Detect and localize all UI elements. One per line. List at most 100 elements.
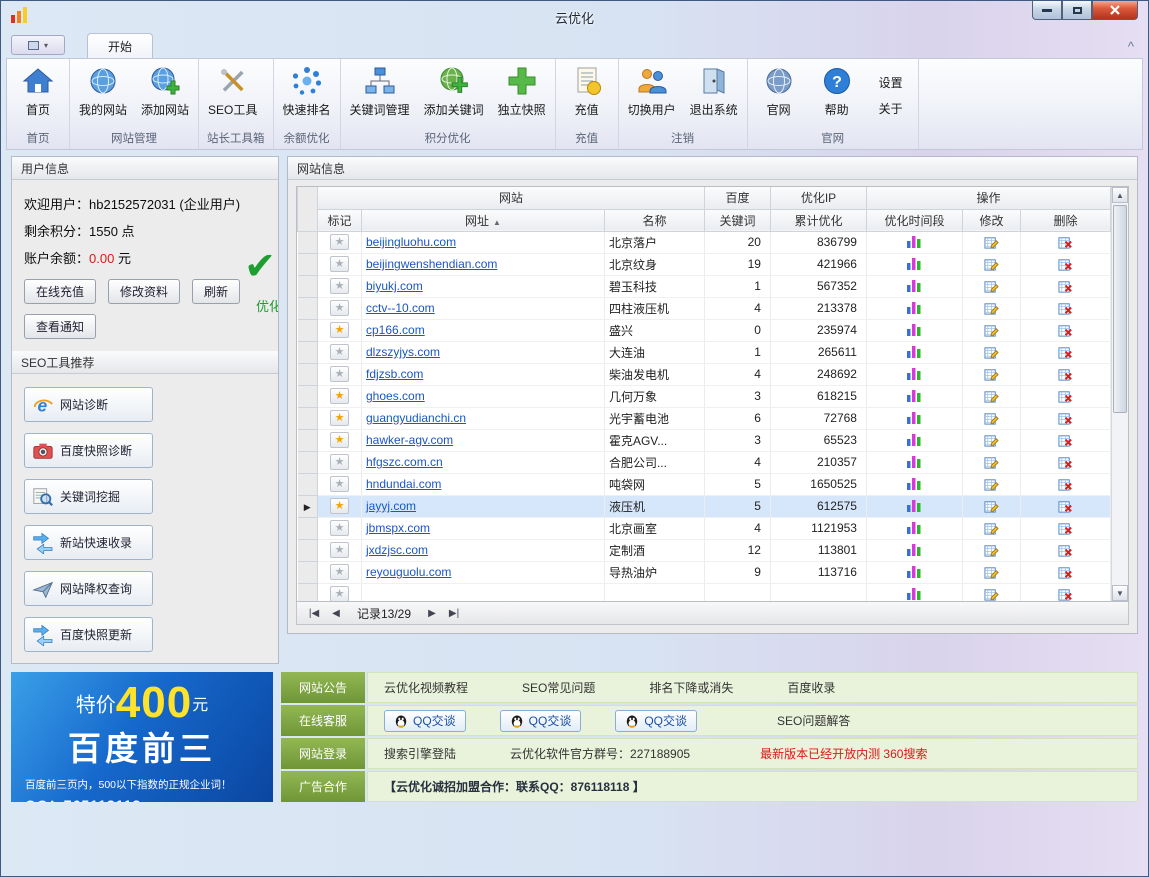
link-ranking-drop[interactable]: 排名下降或消失 bbox=[649, 679, 733, 696]
optimization-period-chart-icon[interactable] bbox=[906, 455, 922, 469]
seo-tool-site-downgrade-check[interactable]: 网站降权查询 bbox=[24, 571, 153, 606]
ribbon-button-snapshot[interactable]: 独立快照 bbox=[492, 61, 552, 130]
scrollbar-thumb[interactable] bbox=[1113, 205, 1127, 413]
minimize-button[interactable] bbox=[1032, 1, 1062, 20]
seo-tool-baidu-snapshot-diagnosis[interactable]: 百度快照诊断 bbox=[24, 433, 153, 468]
site-url-link[interactable]: cp166.com bbox=[366, 323, 425, 337]
optimization-period-chart-icon[interactable] bbox=[906, 345, 922, 359]
header-group-site[interactable]: 网站 bbox=[318, 187, 705, 209]
table-row[interactable]: ★cp166.com盛兴0235974 bbox=[298, 319, 1111, 341]
close-button[interactable] bbox=[1092, 1, 1138, 20]
ribbon-button-keyword-manage[interactable]: 关键词管理 bbox=[344, 61, 416, 130]
site-url-link[interactable]: reyouguolu.com bbox=[366, 565, 451, 579]
col-keywords[interactable]: 关键词 bbox=[704, 209, 770, 231]
optimization-period-chart-icon[interactable] bbox=[906, 301, 922, 315]
delete-icon[interactable] bbox=[1058, 521, 1073, 536]
col-url[interactable]: 网址▲ bbox=[362, 209, 605, 231]
edit-icon[interactable] bbox=[984, 345, 999, 360]
table-row[interactable]: ★hndundai.com吨袋网51650525 bbox=[298, 473, 1111, 495]
table-row[interactable]: ★hawker-agv.com霍克AGV...365523 bbox=[298, 429, 1111, 451]
ribbon-button-exit-system[interactable]: 退出系统 bbox=[684, 61, 744, 130]
edit-icon[interactable] bbox=[984, 235, 999, 250]
table-row[interactable]: ★ bbox=[298, 583, 1111, 601]
qq-chat-button-3[interactable]: QQ交谈 bbox=[615, 710, 697, 732]
delete-icon[interactable] bbox=[1058, 477, 1073, 492]
optimization-period-chart-icon[interactable] bbox=[906, 389, 922, 403]
link-seo-faq[interactable]: SEO常见问题 bbox=[522, 679, 595, 696]
ribbon-button-seo-tools[interactable]: SEO工具 bbox=[202, 61, 263, 130]
qq-chat-button-2[interactable]: QQ交谈 bbox=[500, 710, 582, 732]
edit-icon[interactable] bbox=[984, 543, 999, 558]
delete-icon[interactable] bbox=[1058, 367, 1073, 382]
optimization-period-chart-icon[interactable] bbox=[906, 411, 922, 425]
edit-icon[interactable] bbox=[984, 455, 999, 470]
table-row[interactable]: ▶★jayyj.com液压机5612575 bbox=[298, 495, 1111, 517]
scroll-down-icon[interactable]: ▼ bbox=[1112, 585, 1128, 601]
seo-tool-site-diagnosis[interactable]: e网站诊断 bbox=[24, 387, 153, 422]
table-row[interactable]: ★hfgszc.com.cn合肥公司...4210357 bbox=[298, 451, 1111, 473]
vertical-scrollbar[interactable]: ▲ ▼ bbox=[1111, 187, 1128, 601]
link-video-tutorial[interactable]: 云优化视频教程 bbox=[384, 679, 468, 696]
delete-icon[interactable] bbox=[1058, 455, 1073, 470]
edit-icon[interactable] bbox=[984, 433, 999, 448]
ribbon-button-help[interactable]: ?帮助 bbox=[809, 61, 865, 130]
site-url-link[interactable]: guangyudianchi.cn bbox=[366, 411, 466, 425]
delete-icon[interactable] bbox=[1058, 235, 1073, 250]
search-engine-login-link[interactable]: 搜索引擎登陆 bbox=[384, 745, 456, 762]
ribbon-button-add-site[interactable]: 添加网站 bbox=[135, 61, 195, 130]
star-mark-icon[interactable]: ★ bbox=[330, 564, 349, 580]
header-group-actions[interactable]: 操作 bbox=[866, 187, 1110, 209]
star-mark-icon[interactable]: ★ bbox=[330, 256, 349, 272]
delete-icon[interactable] bbox=[1058, 301, 1073, 316]
optimization-period-chart-icon[interactable] bbox=[906, 543, 922, 557]
delete-icon[interactable] bbox=[1058, 389, 1073, 404]
star-mark-icon[interactable]: ★ bbox=[330, 454, 349, 470]
prev-record-button[interactable]: ◀ bbox=[325, 604, 347, 622]
last-record-button[interactable]: ▶| bbox=[443, 604, 465, 622]
site-url-link[interactable]: hndundai.com bbox=[366, 477, 441, 491]
edit-icon[interactable] bbox=[984, 323, 999, 338]
seo-answers-link[interactable]: SEO问题解答 bbox=[777, 712, 850, 729]
site-url-link[interactable]: biyukj.com bbox=[366, 279, 423, 293]
refresh-button[interactable]: 刷新 bbox=[192, 279, 240, 304]
delete-icon[interactable] bbox=[1058, 499, 1073, 514]
optimization-period-chart-icon[interactable] bbox=[906, 565, 922, 579]
optimization-period-chart-icon[interactable] bbox=[906, 521, 922, 535]
delete-icon[interactable] bbox=[1058, 587, 1073, 601]
online-recharge-button[interactable]: 在线充值 bbox=[24, 279, 96, 304]
star-mark-icon[interactable]: ★ bbox=[330, 344, 349, 360]
scrollbar-track[interactable] bbox=[1112, 203, 1128, 585]
table-row[interactable]: ★jbmspx.com北京画室41121953 bbox=[298, 517, 1111, 539]
col-total[interactable]: 累计优化 bbox=[770, 209, 866, 231]
site-url-link[interactable]: dlzszyjys.com bbox=[366, 345, 440, 359]
table-row[interactable]: ★biyukj.com碧玉科技1567352 bbox=[298, 275, 1111, 297]
delete-icon[interactable] bbox=[1058, 433, 1073, 448]
edit-icon[interactable] bbox=[984, 521, 999, 536]
first-record-button[interactable]: |◀ bbox=[303, 604, 325, 622]
col-delete[interactable]: 删除 bbox=[1020, 209, 1110, 231]
optimization-period-chart-icon[interactable] bbox=[906, 235, 922, 249]
edit-icon[interactable] bbox=[984, 411, 999, 426]
ribbon-button-official-site[interactable]: 官网 bbox=[751, 61, 807, 130]
tab-start[interactable]: 开始 bbox=[87, 33, 153, 58]
delete-icon[interactable] bbox=[1058, 565, 1073, 580]
edit-icon[interactable] bbox=[984, 301, 999, 316]
ribbon-small-button-settings[interactable]: 设置 bbox=[879, 74, 903, 91]
col-mark[interactable]: 标记 bbox=[318, 209, 362, 231]
view-notifications-button[interactable]: 查看通知 bbox=[24, 314, 96, 339]
table-row[interactable]: ★dlzszyjys.com大连油1265611 bbox=[298, 341, 1111, 363]
delete-icon[interactable] bbox=[1058, 257, 1073, 272]
star-mark-icon[interactable]: ★ bbox=[330, 586, 349, 601]
optimization-period-chart-icon[interactable] bbox=[906, 279, 922, 293]
site-url-link[interactable]: ghoes.com bbox=[366, 389, 425, 403]
delete-icon[interactable] bbox=[1058, 345, 1073, 360]
site-url-link[interactable]: hawker-agv.com bbox=[366, 433, 453, 447]
star-mark-icon[interactable]: ★ bbox=[330, 432, 349, 448]
edit-icon[interactable] bbox=[984, 257, 999, 272]
seo-tool-baidu-snapshot-update[interactable]: 百度快照更新 bbox=[24, 617, 153, 652]
table-row[interactable]: ★beijingwenshendian.com北京纹身19421966 bbox=[298, 253, 1111, 275]
edit-icon[interactable] bbox=[984, 477, 999, 492]
edit-icon[interactable] bbox=[984, 565, 999, 580]
optimization-period-chart-icon[interactable] bbox=[906, 499, 922, 513]
ribbon-button-switch-user[interactable]: 切换用户 bbox=[622, 61, 682, 130]
